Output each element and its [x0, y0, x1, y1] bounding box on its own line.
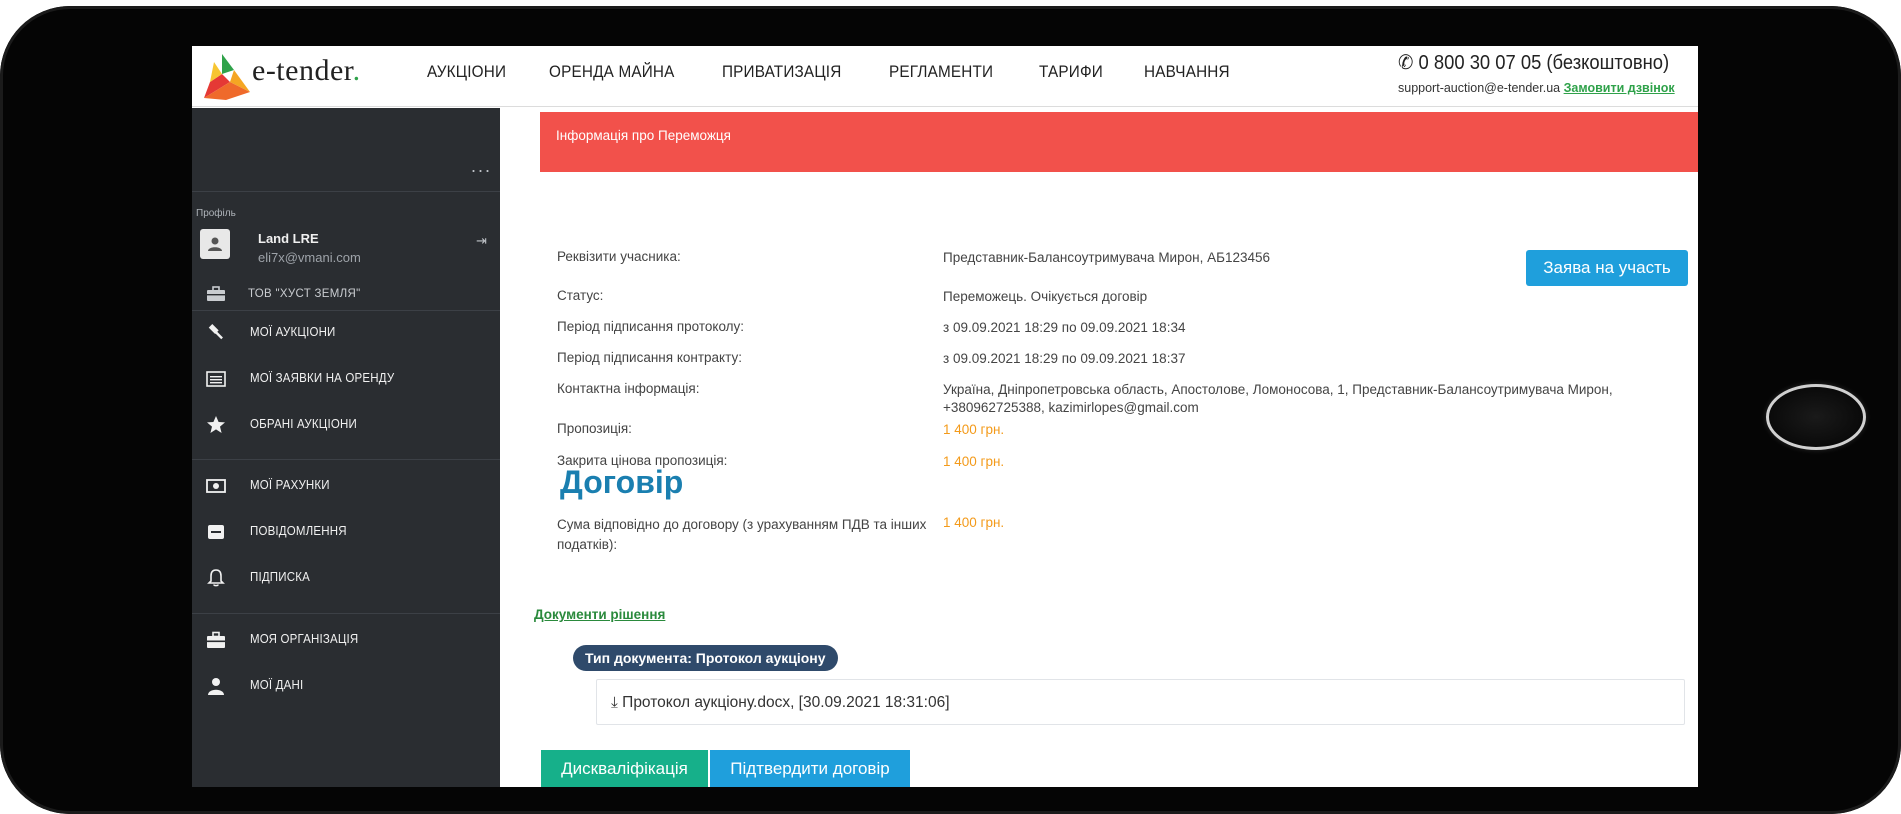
nav-auctions[interactable]: АУКЦІОНИ	[427, 62, 506, 82]
money-icon	[206, 479, 226, 493]
nav-tariffs[interactable]: ТАРИФИ	[1039, 62, 1103, 82]
sidebar-item-favorite-auctions[interactable]: ОБРАНІ АУКЦІОНИ	[192, 411, 500, 439]
contract-section-title: Договір	[560, 464, 684, 500]
contact-info-label: Контактна інформація:	[557, 381, 700, 396]
sidebar-item-subscription[interactable]: ПІДПИСКА	[192, 564, 500, 592]
sidebar-item-label: ПОВІДОМЛЕННЯ	[250, 524, 347, 538]
organization-name[interactable]: ТОВ "ХУСТ ЗЕМЛЯ"	[248, 288, 360, 300]
sidebar-item-my-data[interactable]: МОЇ ДАНІ	[192, 672, 500, 700]
contact-block: ✆ 0 800 30 07 05 (безкоштовно) support-a…	[1398, 50, 1698, 95]
phone-line: ✆ 0 800 30 07 05 (безкоштовно)	[1398, 50, 1674, 75]
star-icon	[207, 416, 225, 433]
list-icon	[206, 371, 226, 387]
tablet-frame: e-tender. АУКЦІОНИ ОРЕНДА МАЙНА ПРИВАТИЗ…	[0, 6, 1901, 814]
logout-icon[interactable]: ⇥	[476, 233, 487, 249]
avatar[interactable]	[200, 229, 230, 259]
document-file-link[interactable]: ⤓ Протокол аукціону.docx, [30.09.2021 18…	[611, 694, 950, 712]
protocol-period-value: з 09.09.2021 18:29 по 09.09.2021 18:34	[943, 320, 1186, 335]
offer-label: Пропозиція:	[557, 421, 632, 436]
contract-sum-value: 1 400 грн.	[943, 515, 1005, 530]
tablet-home-button[interactable]	[1766, 384, 1866, 450]
sidebar-item-label: МОЇ ЗАЯВКИ НА ОРЕНДУ	[250, 371, 395, 385]
sidebar-divider	[192, 459, 500, 460]
user-avatar-icon	[208, 237, 222, 251]
sidebar: ... Профіль Land LRE eli7x@vmani.com ⇥ Т…	[192, 108, 500, 787]
briefcase-icon	[207, 631, 225, 648]
sidebar-item-my-organization[interactable]: МОЯ ОРГАНІЗАЦІЯ	[192, 626, 500, 654]
winner-info-title: Інформація про Переможця	[556, 128, 731, 143]
status-value: Переможець. Очікується договір	[943, 289, 1148, 304]
disqualification-button[interactable]: Дискваліфікація	[541, 750, 708, 787]
sidebar-item-label: ПІДПИСКА	[250, 570, 310, 584]
sidebar-item-label: МОЯ ОРГАНІЗАЦІЯ	[250, 632, 359, 646]
main-nav: АУКЦІОНИ ОРЕНДА МАЙНА ПРИВАТИЗАЦІЯ РЕГЛА…	[427, 62, 1273, 82]
download-icon: ⤓	[611, 694, 618, 711]
offer-value: 1 400 грн.	[943, 422, 1005, 437]
sidebar-divider	[192, 613, 500, 614]
sidebar-item-label: МОЇ ДАНІ	[250, 678, 304, 692]
contract-period-value: з 09.09.2021 18:29 по 09.09.2021 18:37	[943, 351, 1186, 366]
nav-regulations[interactable]: РЕГЛАМЕНТИ	[889, 62, 993, 82]
user-icon	[208, 678, 224, 695]
sidebar-item-my-rent-requests[interactable]: МОЇ ЗАЯВКИ НА ОРЕНДУ	[192, 365, 500, 393]
contact-info-value: Україна, Дніпропетровська область, Апост…	[943, 382, 1613, 415]
participant-details-label: Реквізити учасника:	[557, 249, 681, 264]
sidebar-item-messages[interactable]: ПОВІДОМЛЕННЯ	[192, 518, 500, 546]
profile-label: Профіль	[196, 208, 236, 219]
support-line: support-auction@e-tender.ua Замовити дзв…	[1398, 81, 1698, 95]
more-options-icon[interactable]: ...	[471, 156, 492, 177]
contract-sum-label: Сума відповідно до договору (з урахуванн…	[557, 517, 927, 552]
phone-icon: ✆	[1398, 52, 1414, 74]
decision-documents-link[interactable]: Документи рішення	[534, 607, 665, 622]
callback-link[interactable]: Замовити дзвінок	[1564, 81, 1675, 95]
sidebar-item-label: МОЇ РАХУНКИ	[250, 478, 330, 492]
screen: e-tender. АУКЦІОНИ ОРЕНДА МАЙНА ПРИВАТИЗ…	[192, 46, 1698, 787]
protocol-period-label: Період підписання протоколу:	[557, 319, 745, 334]
status-label: Статус:	[557, 288, 604, 303]
winner-info-header[interactable]: Інформація про Переможця	[540, 112, 1698, 172]
bell-icon	[207, 569, 225, 587]
document-file-box: ⤓ Протокол аукціону.docx, [30.09.2021 18…	[596, 679, 1685, 725]
sidebar-divider	[192, 310, 500, 311]
nav-training[interactable]: НАВЧАННЯ	[1144, 62, 1230, 82]
closed-price-offer-value: 1 400 грн.	[943, 454, 1005, 469]
brand-text: e-tender	[252, 54, 353, 87]
document-file-name: Протокол аукціону.docx, [30.09.2021 18:3…	[622, 694, 950, 711]
support-email[interactable]: support-auction@e-tender.ua	[1398, 81, 1560, 95]
sidebar-item-my-accounts[interactable]: МОЇ РАХУНКИ	[192, 472, 500, 500]
etender-logo-icon[interactable]	[200, 52, 254, 102]
brand-name[interactable]: e-tender.	[252, 54, 361, 88]
contract-period-label: Період підписання контракту:	[557, 350, 742, 365]
top-header: e-tender. АУКЦІОНИ ОРЕНДА МАЙНА ПРИВАТИЗ…	[192, 46, 1698, 107]
document-type-badge: Тип документа: Протокол аукціону	[573, 645, 838, 671]
envelope-icon	[208, 525, 224, 539]
sidebar-item-label: МОЇ АУКЦІОНИ	[250, 325, 336, 339]
sidebar-item-my-auctions[interactable]: МОЇ АУКЦІОНИ	[192, 319, 500, 347]
user-name: Land LRE	[258, 231, 319, 246]
nav-property-rent[interactable]: ОРЕНДА МАЙНА	[549, 62, 675, 82]
participant-details-value: Представник-Балансоутримувача Мирон, АБ1…	[943, 250, 1270, 265]
nav-privatization[interactable]: ПРИВАТИЗАЦІЯ	[722, 62, 841, 82]
user-email: eli7x@vmani.com	[258, 250, 361, 265]
confirm-contract-button[interactable]: Підтвердити договір	[710, 750, 910, 787]
gavel-icon	[208, 324, 223, 340]
sidebar-item-label: ОБРАНІ АУКЦІОНИ	[250, 417, 357, 431]
main-content: Інформація про Переможця Заява на участь…	[500, 108, 1698, 787]
phone-number[interactable]: 0 800 30 07 05 (безкоштовно)	[1419, 52, 1670, 74]
sidebar-top: ...	[192, 108, 500, 192]
briefcase-icon	[207, 286, 225, 301]
